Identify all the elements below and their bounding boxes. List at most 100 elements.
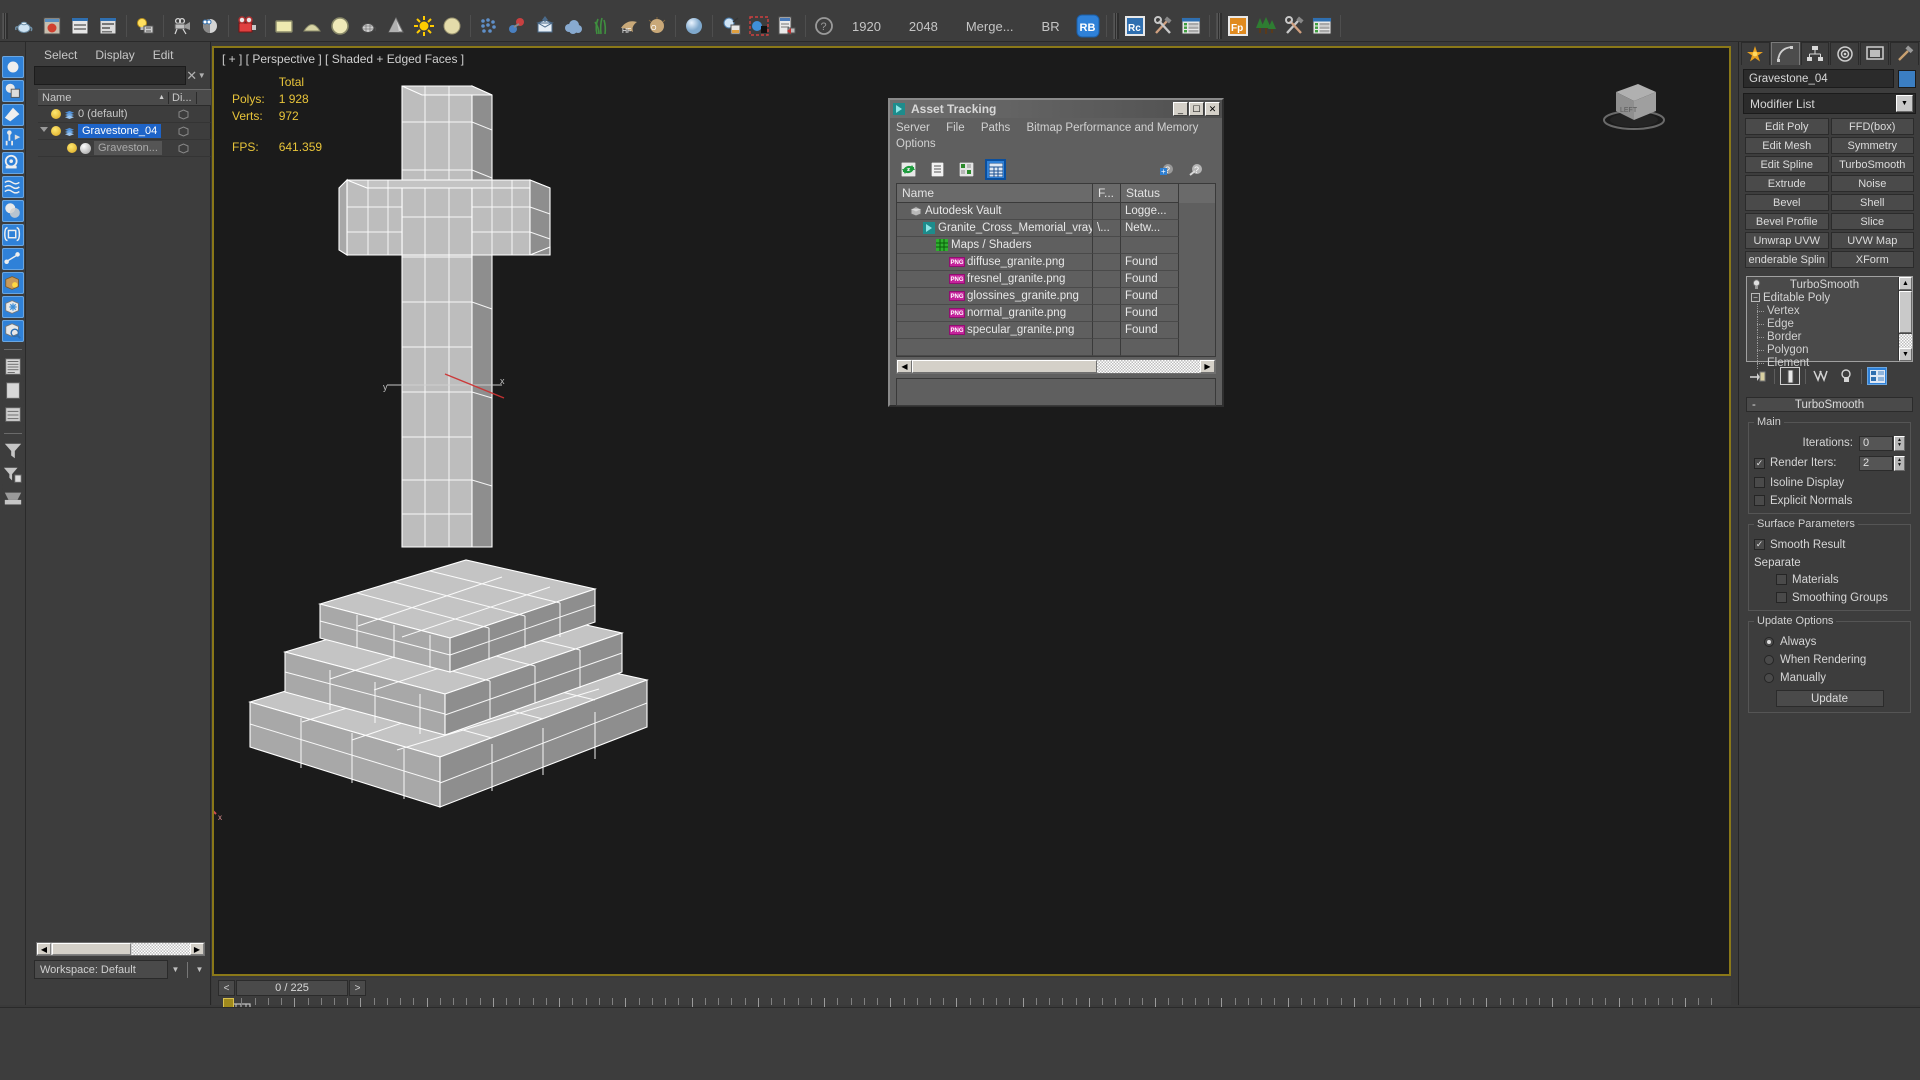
plane-material-icon[interactable]: [271, 13, 297, 39]
modifier-button-noise[interactable]: Noise: [1830, 175, 1914, 192]
configure-modifier-sets-icon[interactable]: [1867, 367, 1887, 385]
smooth-result-checkbox[interactable]: ✓: [1754, 539, 1765, 550]
render-setup-icon[interactable]: [234, 13, 260, 39]
modifier-button-ffd-box-[interactable]: FFD(box): [1830, 118, 1914, 135]
object-color-swatch[interactable]: [1898, 69, 1916, 88]
next-frame-button[interactable]: >: [349, 980, 366, 996]
motion-tab[interactable]: [1830, 42, 1860, 65]
teapot-icon[interactable]: [11, 13, 37, 39]
modifier-button-edit-spline[interactable]: Edit Spline: [1745, 156, 1829, 173]
modifier-stack-scrollbar[interactable]: ▲ ▼: [1898, 277, 1912, 361]
explicit-normals-row[interactable]: Explicit Normals: [1754, 493, 1905, 508]
update-manually-radio[interactable]: [1764, 672, 1774, 683]
sun-icon[interactable]: [411, 13, 437, 39]
render-iters-spinner[interactable]: ▲ ▼: [1894, 455, 1905, 471]
blank-page-icon[interactable]: [1, 380, 24, 402]
modifier-button-shell[interactable]: Shell: [1830, 194, 1914, 211]
list-item[interactable]: 0 (default): [38, 106, 211, 123]
help-icon[interactable]: ?: [811, 13, 837, 39]
menu-display[interactable]: Display: [95, 48, 134, 62]
asset-scroll-thumb[interactable]: [912, 360, 1097, 373]
menu-server[interactable]: Server: [896, 122, 930, 134]
table-row[interactable]: PNG fresnel_granite.png Found: [897, 271, 1215, 288]
modifier-button-slice[interactable]: Slice: [1830, 213, 1914, 230]
cone-icon[interactable]: [383, 13, 409, 39]
material-explorer-icon[interactable]: [95, 13, 121, 39]
modifier-button-enderable-splin[interactable]: enderable Splin: [1745, 251, 1829, 268]
list-view-icon[interactable]: [927, 159, 948, 180]
list-window-icon[interactable]: [1178, 13, 1204, 39]
column-header-display[interactable]: Di...: [169, 91, 197, 104]
table-row[interactable]: PNG glossines_granite.png Found: [897, 288, 1215, 305]
light-bulb-icon[interactable]: [51, 126, 61, 136]
overlap-icon[interactable]: [1, 200, 24, 222]
funnel-page-icon[interactable]: [1, 464, 24, 486]
light-bulb-icon[interactable]: [67, 143, 77, 153]
render-region-icon[interactable]: [746, 13, 772, 39]
snowflake-box-icon[interactable]: [1, 296, 24, 318]
asset-column-full-path[interactable]: F...: [1093, 184, 1121, 203]
asset-tracking-titlebar[interactable]: Asset Tracking _ ☐ ✕: [890, 100, 1222, 118]
menu-edit[interactable]: Edit: [153, 48, 174, 62]
funnel-icon[interactable]: [1, 440, 24, 462]
search-options-chevron-down-icon[interactable]: ▼: [197, 71, 206, 80]
expander-chevron-down-icon[interactable]: [40, 126, 48, 136]
bracket-box-icon[interactable]: [1, 224, 24, 246]
update-always-radio[interactable]: [1764, 636, 1774, 647]
asset-grid-horizontal-scrollbar[interactable]: ◀ ▶: [896, 359, 1216, 374]
hair-fur-icon[interactable]: HF: [616, 13, 642, 39]
table-row[interactable]: PNG diffuse_granite.png Found: [897, 254, 1215, 271]
render-iters-checkbox[interactable]: ✓: [1754, 457, 1765, 469]
menu-paths[interactable]: Paths: [981, 122, 1010, 134]
select-region-icon[interactable]: [1, 104, 24, 126]
table-row[interactable]: PNG normal_granite.png Found: [897, 305, 1215, 322]
proxy-icon[interactable]: [532, 13, 558, 39]
menu-bitmap-performance[interactable]: Bitmap Performance and Memory: [1026, 122, 1198, 134]
modifier-button-unwrap-uvw[interactable]: Unwrap UVW: [1745, 232, 1829, 249]
clear-search-icon[interactable]: ✕: [186, 68, 197, 84]
material-editor-icon[interactable]: [39, 13, 65, 39]
stack-scroll-thumb[interactable]: [1899, 291, 1912, 333]
stack-item-modifier[interactable]: TurboSmooth: [1749, 278, 1898, 291]
tree-view-icon[interactable]: [956, 159, 977, 180]
waves-icon[interactable]: [1, 176, 24, 198]
scroll-track[interactable]: [132, 943, 190, 955]
tray-icon[interactable]: [1, 488, 24, 510]
lightbulb-icon[interactable]: [1751, 279, 1762, 290]
table-row[interactable]: PNG specular_granite.png Found: [897, 322, 1215, 339]
search-input[interactable]: [34, 66, 186, 85]
list-item[interactable]: Gravestone_04: [38, 123, 211, 140]
table-row[interactable]: Autodesk Vault Logge...: [897, 203, 1215, 220]
stack-subobject-item[interactable]: Element: [1749, 356, 1898, 369]
table-row[interactable]: [897, 339, 1215, 356]
rc-railclone-icon[interactable]: Rc: [1122, 13, 1148, 39]
toolbar-label-3[interactable]: BR: [1028, 19, 1074, 34]
ball-material-icon[interactable]: [439, 13, 465, 39]
list-window-icon-2[interactable]: [1309, 13, 1335, 39]
list-item[interactable]: Graveston...: [38, 140, 211, 157]
iterations-spinner[interactable]: ▲ ▼: [1894, 435, 1905, 451]
modifier-list-dropdown[interactable]: Modifier List ▼: [1743, 93, 1916, 114]
workspace-extra-chevron-down-icon[interactable]: ▼: [192, 965, 207, 974]
hammer-wrench-icon-2[interactable]: [1281, 13, 1307, 39]
previous-frame-button[interactable]: <: [218, 980, 235, 996]
minimize-icon[interactable]: _: [1173, 102, 1188, 116]
help-question-icon[interactable]: ?: [1185, 159, 1206, 180]
grid-view-icon[interactable]: [985, 159, 1006, 180]
update-button[interactable]: Update: [1775, 690, 1884, 707]
create-tab[interactable]: [1741, 42, 1770, 65]
help-add-icon[interactable]: ? +: [1156, 159, 1177, 180]
show-end-result-icon[interactable]: [1780, 367, 1800, 385]
asset-tracking-dialog[interactable]: Asset Tracking _ ☐ ✕ Server File Paths B…: [888, 98, 1224, 407]
rollout-header[interactable]: - TurboSmooth: [1746, 397, 1913, 412]
frame-counter[interactable]: 0 / 225: [236, 980, 348, 996]
object-name-field[interactable]: Gravestone_04: [1743, 69, 1894, 88]
light-bulb-icon[interactable]: [51, 109, 61, 119]
column-header-name[interactable]: Name ▲: [38, 91, 169, 104]
select-object-icon[interactable]: [1, 56, 24, 78]
modifier-button-edit-poly[interactable]: Edit Poly: [1745, 118, 1829, 135]
stack-subobject-item[interactable]: Polygon: [1749, 343, 1898, 356]
particle-array-icon[interactable]: [476, 13, 502, 39]
workspace-selector[interactable]: Workspace: Default: [34, 960, 168, 979]
smoothing-groups-row[interactable]: Smoothing Groups: [1754, 590, 1905, 605]
